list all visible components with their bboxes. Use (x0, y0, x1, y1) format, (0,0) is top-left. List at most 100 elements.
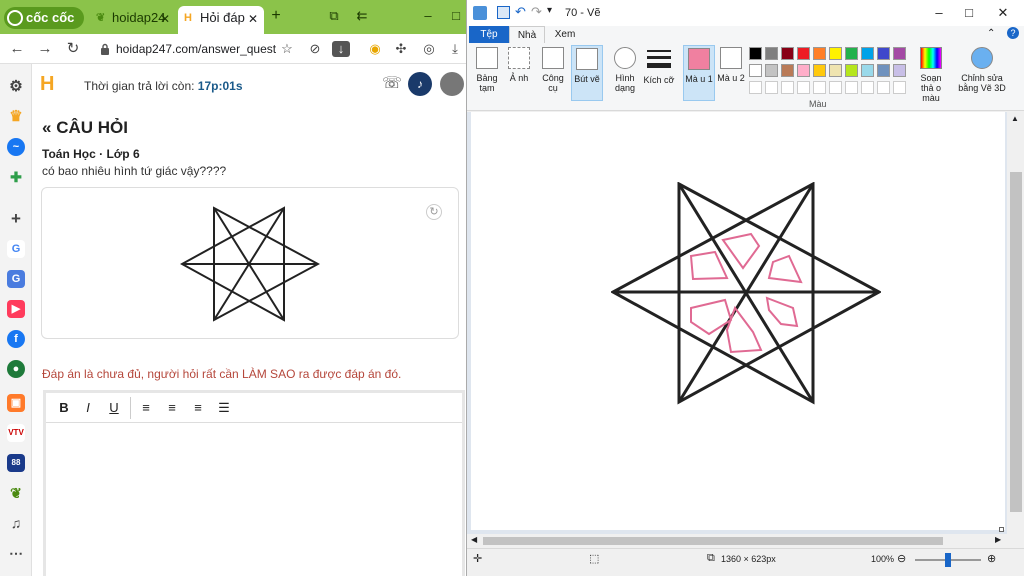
profile-icon[interactable]: ◎ (420, 39, 438, 59)
paint-maximize-button[interactable]: □ (955, 4, 983, 22)
coccoc-extension-icon[interactable]: ◉ (366, 39, 384, 59)
paint-close-button[interactable]: ✕ (989, 4, 1017, 22)
palette-swatch[interactable] (749, 64, 762, 77)
puzzle-icon[interactable]: ✣ (392, 39, 410, 59)
shopping-icon[interactable]: ▣ (7, 394, 25, 412)
align-center-icon[interactable]: ≡ (164, 399, 180, 417)
horizontal-scroll-thumb[interactable] (483, 537, 943, 545)
facebook-icon[interactable]: f (7, 330, 25, 348)
double-chevron-left-icon[interactable]: « (42, 118, 51, 137)
palette-swatch[interactable] (829, 47, 842, 60)
extension-icon[interactable]: ⊘ (306, 39, 324, 59)
horizontal-scrollbar[interactable]: ◀ ▶ (467, 534, 1007, 548)
maximize-button[interactable]: □ (446, 6, 466, 26)
bell-icon[interactable]: ♫ (7, 514, 25, 532)
save-icon[interactable] (497, 6, 510, 19)
palette-swatch[interactable] (845, 47, 858, 60)
custom-color-slot[interactable] (813, 81, 826, 94)
palette-swatch[interactable] (749, 47, 762, 60)
forward-icon[interactable]: → (34, 38, 56, 60)
edit-colors-button[interactable]: Soạn thả o màu (913, 45, 949, 103)
tab-view[interactable]: Xem (549, 26, 581, 43)
custom-color-slot[interactable] (749, 81, 762, 94)
tab-file[interactable]: Tệp (469, 26, 509, 43)
coccoc-logo[interactable]: cốc cốc (4, 7, 84, 29)
palette-swatch[interactable] (781, 47, 794, 60)
reload-icon[interactable]: ↻ (62, 38, 84, 60)
tab-search-icon[interactable]: ⧉ (324, 6, 344, 26)
custom-color-slot[interactable] (861, 81, 874, 94)
tiki-icon[interactable]: 88 (7, 454, 25, 472)
chat-icon[interactable]: ☏ (380, 72, 404, 96)
gear-icon[interactable]: ⚙ (7, 78, 25, 96)
palette-swatch[interactable] (893, 64, 906, 77)
palette-swatch[interactable] (813, 47, 826, 60)
close-icon[interactable]: ✕ (248, 7, 258, 31)
game-icon[interactable]: ● (7, 360, 25, 378)
zoom-in-icon[interactable]: ⊕ (987, 552, 996, 565)
vtv-icon[interactable]: VTV (7, 424, 25, 442)
download-tray-icon[interactable]: ⤓ (446, 39, 464, 59)
drawing-canvas[interactable] (471, 112, 1005, 532)
vertical-scrollbar[interactable]: ▲ (1007, 112, 1024, 534)
custom-color-slot[interactable] (893, 81, 906, 94)
paint3d-button[interactable]: Chỉnh sửa bằng Vẽ 3D (957, 45, 1007, 101)
align-right-icon[interactable]: ≡ (190, 399, 206, 417)
palette-swatch[interactable] (829, 64, 842, 77)
leaf-app-icon[interactable]: ❦ (7, 484, 25, 502)
back-arrow-icon[interactable]: ⇇ (352, 6, 372, 26)
answer-editor[interactable]: B I U ≡ ≡ ≡ ☰ (43, 390, 465, 576)
custom-color-slot[interactable] (829, 81, 842, 94)
minimize-button[interactable]: – (418, 6, 438, 26)
crown-icon[interactable]: ♛ (7, 108, 25, 126)
palette-swatch[interactable] (861, 47, 874, 60)
notification-bell-icon[interactable]: ♪ (408, 72, 432, 96)
bookmark-star-icon[interactable]: ☆ (278, 39, 296, 59)
scroll-left-icon[interactable]: ◀ (471, 535, 477, 544)
tab-home[interactable]: Nhà (509, 26, 545, 43)
paint-minimize-button[interactable]: – (925, 4, 953, 22)
add-icon[interactable]: + (7, 210, 25, 228)
palette-swatch[interactable] (861, 64, 874, 77)
redo-icon[interactable]: ↷ (531, 4, 542, 20)
size-button[interactable]: Kích cỡ (643, 45, 675, 101)
url-field[interactable]: hoidap247.com/answer_questi... (96, 39, 276, 59)
shapes-button[interactable]: Hình dạng (609, 45, 641, 101)
youtube-icon[interactable]: ▶ (7, 300, 25, 318)
messenger-icon[interactable]: ~ (7, 138, 25, 156)
help-icon[interactable]: ? (1007, 27, 1019, 39)
scroll-right-icon[interactable]: ▶ (995, 535, 1001, 544)
custom-color-slot[interactable] (781, 81, 794, 94)
tab-hoi-dap-active[interactable]: H Hỏi đáp ✕ (178, 6, 264, 34)
canvas-resize-handle[interactable] (999, 527, 1004, 532)
translate-icon[interactable]: G (7, 270, 25, 288)
italic-button[interactable]: I (80, 399, 96, 417)
brush-button[interactable]: Bút vẽ (571, 45, 603, 101)
palette-swatch[interactable] (797, 64, 810, 77)
undo-icon[interactable]: ↶ (515, 4, 526, 20)
palette-swatch[interactable] (765, 47, 778, 60)
bold-button[interactable]: B (56, 399, 72, 417)
user-avatar[interactable] (440, 72, 464, 96)
palette-swatch[interactable] (877, 47, 890, 60)
more-icon[interactable]: ⋯ (7, 544, 25, 562)
zoom-out-icon[interactable]: ⊖ (897, 552, 906, 565)
color1-button[interactable]: Mà u 1 (683, 45, 715, 101)
align-left-icon[interactable]: ≡ (138, 399, 154, 417)
google-icon[interactable]: G (7, 240, 25, 258)
collapse-ribbon-icon[interactable]: ⌃ (987, 28, 995, 39)
quick-access-dropdown-icon[interactable]: ▾ (547, 5, 552, 16)
palette-swatch[interactable] (845, 64, 858, 77)
palette-swatch[interactable] (781, 64, 794, 77)
rotate-icon[interactable]: ↻ (426, 204, 442, 220)
gamepad-icon[interactable]: ✚ (7, 168, 25, 186)
custom-color-slot[interactable] (765, 81, 778, 94)
custom-color-slot[interactable] (845, 81, 858, 94)
color2-button[interactable]: Mà u 2 (715, 45, 747, 101)
download-icon[interactable]: ↓ (332, 41, 350, 57)
custom-color-slot[interactable] (797, 81, 810, 94)
palette-swatch[interactable] (813, 64, 826, 77)
tools-button[interactable]: Công cụ (537, 45, 569, 101)
hoidap-logo[interactable]: H (40, 73, 54, 96)
back-icon[interactable]: ← (6, 38, 28, 60)
